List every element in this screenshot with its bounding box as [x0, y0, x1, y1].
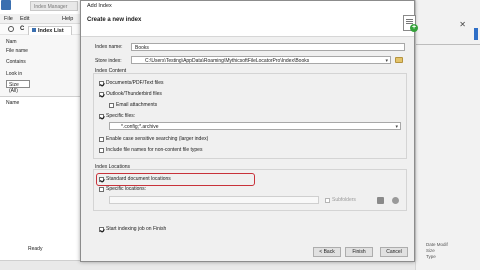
specific-locations-input[interactable]: [109, 196, 319, 204]
dialog-header: Create a new index +: [81, 11, 418, 37]
subfolders-check-box: [325, 197, 330, 203]
bg-right-label-2: Size: [426, 248, 435, 253]
subfolders-checkbox[interactable]: Subfolders: [325, 197, 356, 203]
store-index-value: C:\Users\Testing\AppData\Roaming\Mythics…: [145, 58, 310, 64]
documents-checkbox[interactable]: Documents/PDF/Text files: [99, 80, 164, 86]
bg-column-name[interactable]: Name: [6, 100, 19, 106]
case-sensitive-checkbox[interactable]: Enable case sensitive searching (larger …: [99, 136, 208, 142]
add-index-dialog: Add Index Create a new index + Index nam…: [80, 0, 418, 262]
specific-locations-label: Specific locations:: [106, 186, 147, 192]
non-content-check-box: [99, 147, 104, 153]
bg-right-label-3: Type: [426, 254, 436, 259]
chevron-down-icon: ▾: [385, 58, 388, 64]
non-content-checkbox[interactable]: Include file names for non-content file …: [99, 147, 202, 153]
bg-scroll-indicator: [474, 28, 478, 40]
case-sensitive-check-box: [99, 136, 104, 142]
toolbar-search-icon[interactable]: [8, 26, 14, 32]
email-attachments-label: Email attachments: [116, 102, 158, 108]
finish-button[interactable]: Finish: [345, 247, 373, 257]
documents-check-box: [99, 80, 104, 86]
index-name-input[interactable]: Books: [131, 43, 405, 51]
start-indexing-label: Start indexing job on Finish: [106, 226, 167, 232]
file-pattern-dropdown[interactable]: *.config;*.archive ▾: [109, 122, 401, 130]
menu-help[interactable]: Help: [62, 16, 73, 22]
store-index-label: Store index:: [95, 58, 122, 64]
dialog-header-title: Create a new index: [87, 17, 142, 23]
tab-index-list-label: Index List: [38, 28, 64, 34]
store-index-dropdown[interactable]: C:\Users\Testing\AppData\Roaming\Mythics…: [131, 56, 391, 64]
outlook-label: Outlook/Thunderbird files: [106, 91, 162, 97]
specific-locations-check-box: [99, 186, 104, 192]
standard-locations-check-box: [99, 176, 104, 182]
chevron-down-icon: ▾: [395, 124, 398, 130]
subfolders-label: Subfolders: [332, 197, 356, 203]
non-content-label: Include file names for non-content file …: [106, 147, 203, 153]
bg-divider: [416, 44, 480, 45]
bg-right-panel: ✕ Date Modif Size Type: [415, 0, 480, 270]
bg-label-lookin: Look in: [6, 71, 23, 77]
outlook-checkbox[interactable]: Outlook/Thunderbird files: [99, 91, 162, 97]
index-name-label: Index name:: [95, 44, 123, 50]
tab-index-list[interactable]: Index List: [28, 26, 72, 35]
bg-status-ready: Ready: [28, 246, 43, 252]
bg-label-contains: Contains: [6, 59, 26, 65]
bg-window-title: Index Manager: [30, 1, 78, 11]
standard-locations-checkbox[interactable]: Standard document locations: [99, 176, 171, 182]
specific-files-checkbox[interactable]: Specific files:: [99, 113, 135, 119]
cancel-button[interactable]: Cancel: [380, 247, 408, 257]
specific-locations-checkbox[interactable]: Specific locations:: [99, 186, 146, 192]
toolbar-label: C: [20, 26, 25, 32]
standard-locations-label: Standard document locations: [106, 176, 171, 182]
size-dropdown[interactable]: Size (All): [6, 80, 30, 94]
list-icon: [32, 28, 36, 32]
close-icon[interactable]: ✕: [459, 20, 466, 29]
start-indexing-check-box: [99, 226, 104, 232]
menu-edit[interactable]: Edit: [20, 16, 29, 22]
specific-files-label: Specific files:: [106, 113, 136, 119]
menu-file[interactable]: File: [4, 16, 13, 22]
add-location-icon[interactable]: [377, 197, 384, 204]
start-indexing-checkbox[interactable]: Start indexing job on Finish: [99, 226, 166, 232]
documents-label: Documents/PDF/Text files: [106, 80, 164, 86]
bg-right-label-1: Date Modif: [426, 242, 448, 247]
case-sensitive-label: Enable case sensitive searching (larger …: [106, 136, 209, 142]
email-attachments-checkbox[interactable]: Email attachments: [109, 102, 157, 108]
back-button[interactable]: < Back: [313, 247, 341, 257]
dialog-titlebar: Add Index: [81, 1, 414, 11]
bg-label-name: Nam: [6, 39, 17, 45]
settings-icon[interactable]: [392, 197, 399, 204]
index-add-icon: +: [403, 15, 418, 32]
bg-label-filename: File name: [6, 48, 28, 54]
file-pattern-value: *.config;*.archive: [121, 124, 159, 130]
bg-app-icon: [1, 0, 11, 10]
email-attachments-check-box: [109, 102, 114, 108]
specific-files-check-box: [99, 113, 104, 119]
folder-browse-icon[interactable]: [395, 57, 403, 63]
bg-menubar: File Edit Help: [0, 14, 80, 24]
outlook-check-box: [99, 91, 104, 97]
